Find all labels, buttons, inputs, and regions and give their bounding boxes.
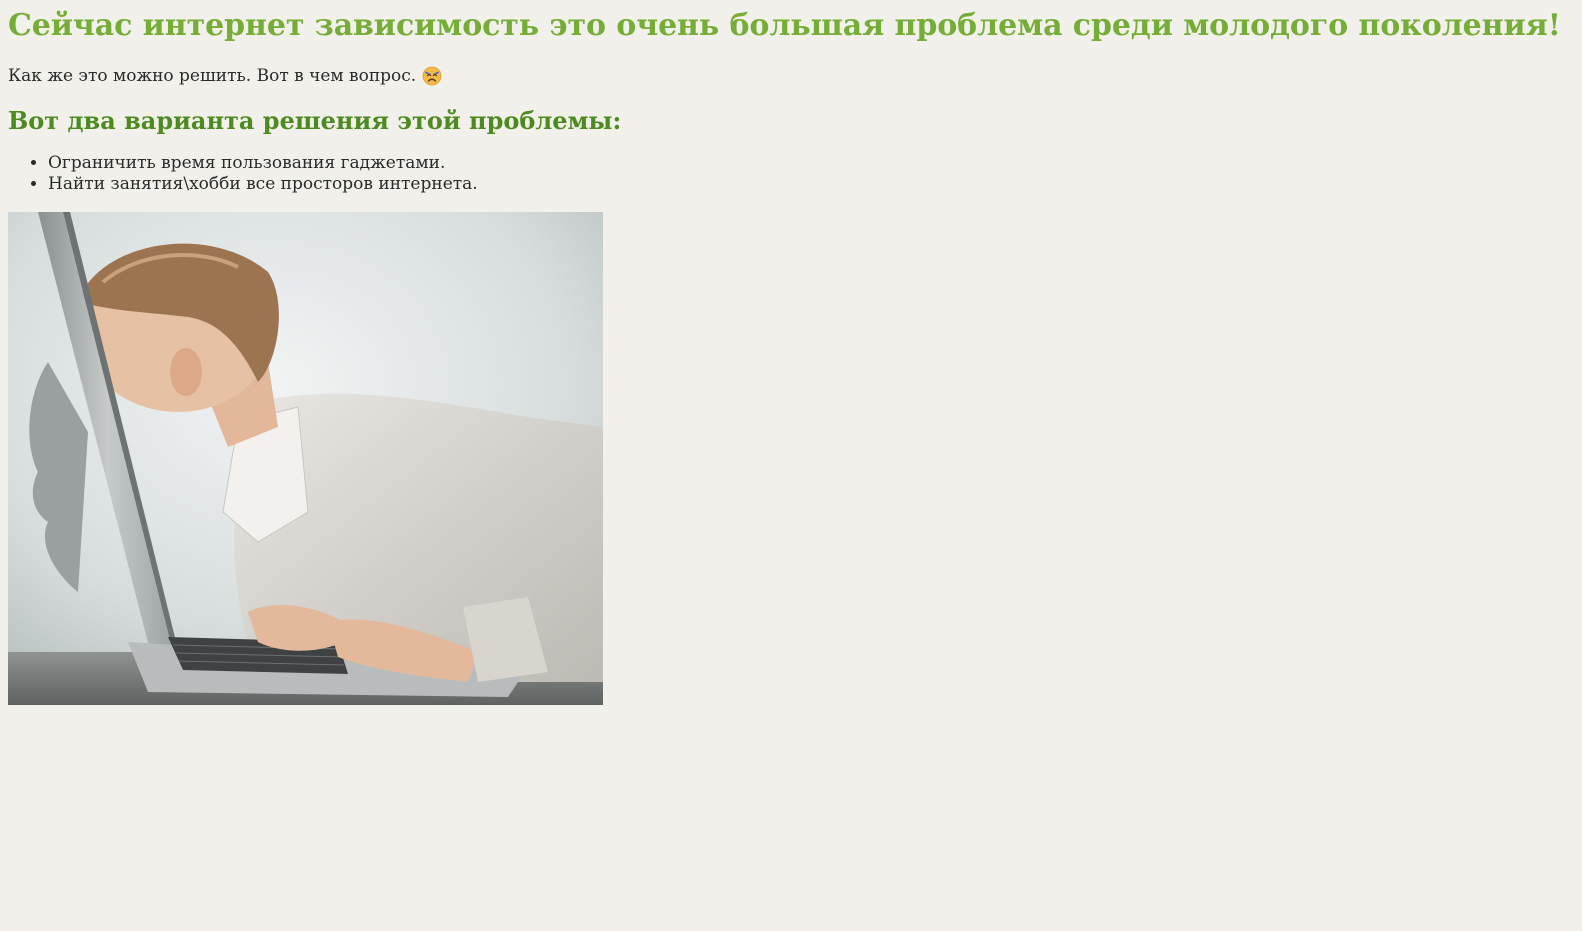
sad-face-emoji-icon [422,66,442,86]
internet-addiction-photo [8,212,603,705]
intro-text: Как же это можно решить. Вот в чем вопро… [8,66,417,86]
solutions-heading: Вот два варианта решения этой проблемы: [8,106,622,135]
page-title: Сейчас интернет зависимость это очень бо… [8,8,1561,43]
list-item: Найти занятия\хобби все просторов интерн… [48,174,1574,195]
list-item: Ограничить время пользования гаджетами. [48,153,1574,174]
solutions-list: Ограничить время пользования гаджетами. … [8,153,1574,195]
intro-paragraph: Как же это можно решить. Вот в чем вопро… [8,65,1574,87]
page-body: Сейчас интернет зависимость это очень бо… [0,0,1582,931]
